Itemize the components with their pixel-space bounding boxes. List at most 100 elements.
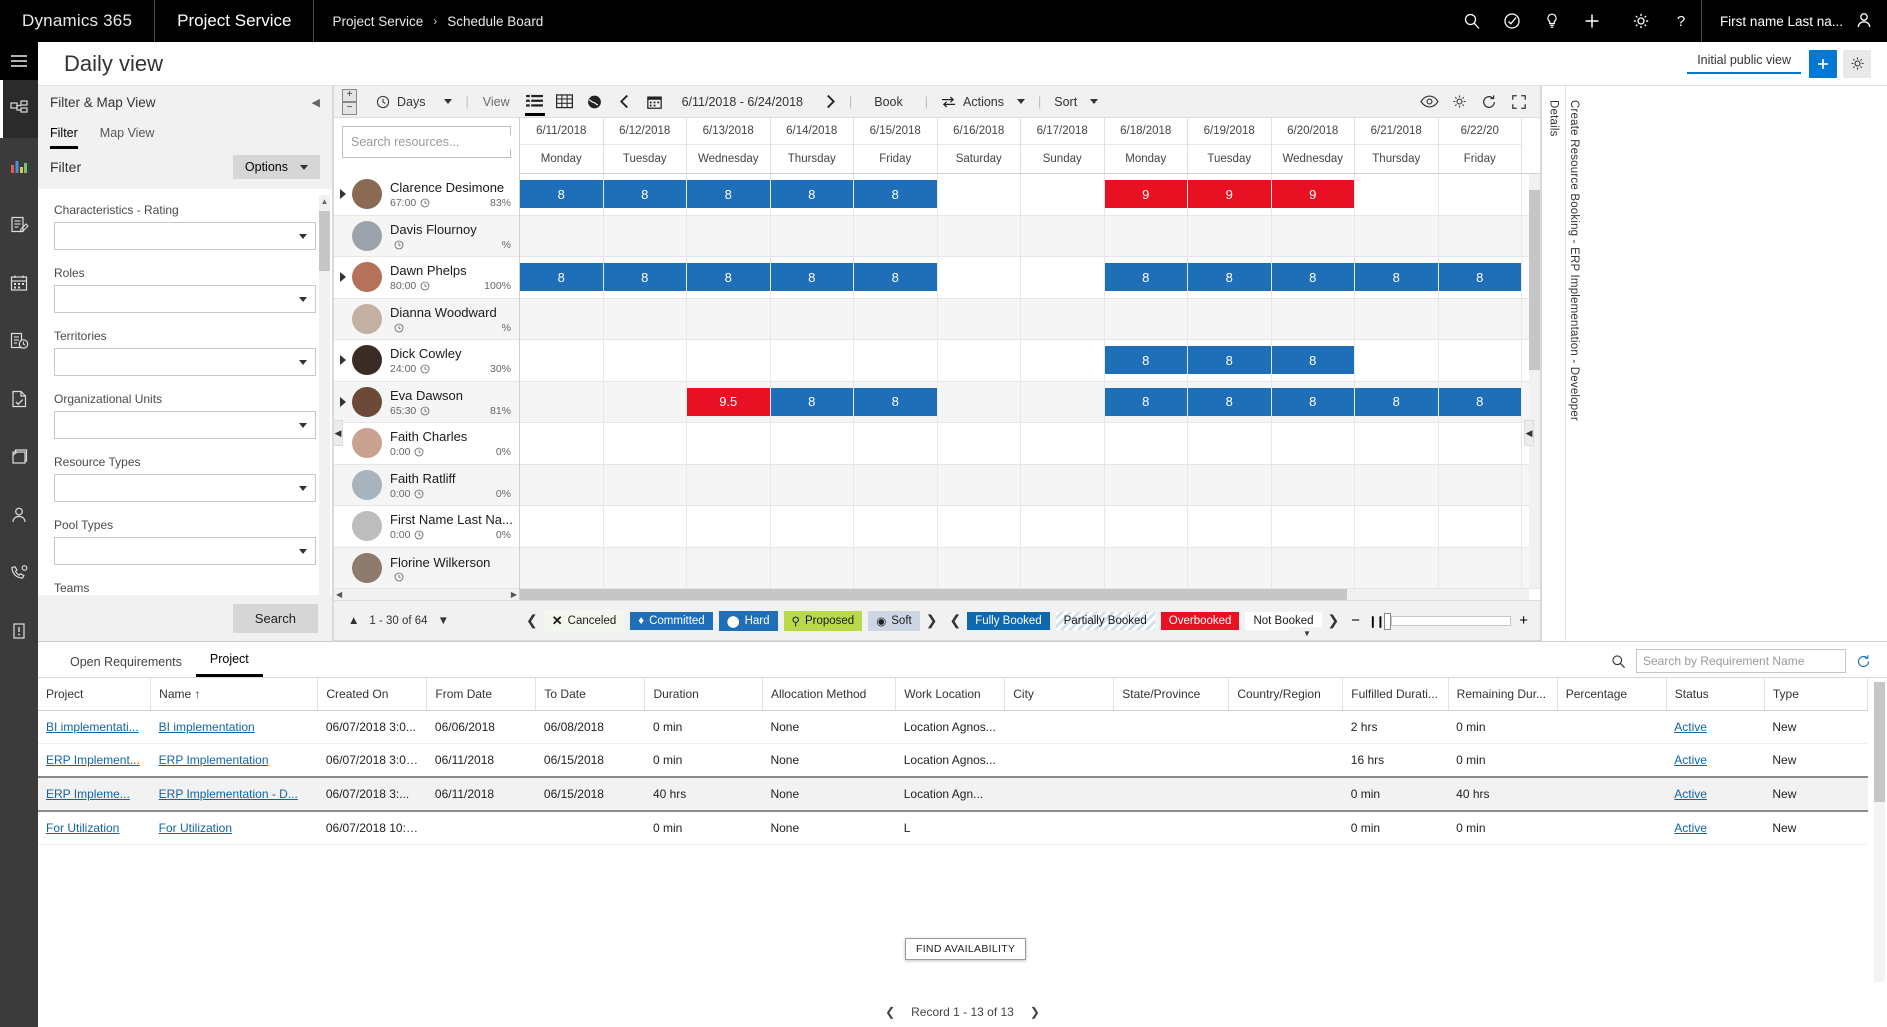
breadcrumb-parent[interactable]: Project Service [332,14,423,29]
expand-resource-icon[interactable] [340,272,350,282]
rail-item-approvals[interactable] [0,370,38,428]
timeline-cell[interactable] [1272,215,1355,256]
timeline-cell[interactable] [1439,298,1522,339]
scrollbar-thumb[interactable] [319,211,330,271]
timeline-cell[interactable] [938,257,1021,298]
timeline-cell[interactable] [604,506,687,547]
timeline-cell[interactable] [1355,215,1439,256]
table-row[interactable]: BI implementati... BI implementation 06/07… [38,710,1868,744]
timeline-cell[interactable] [1021,340,1105,381]
table-row[interactable]: For Utilization For Utilization 06/07/2018… [38,811,1868,845]
timeline-cell[interactable] [1355,340,1439,381]
booking-block[interactable]: 9 [1271,180,1354,209]
view-map-icon[interactable] [580,87,610,117]
timeline-cell[interactable] [687,340,771,381]
previous-period-button[interactable] [610,87,640,117]
timeline-cell[interactable] [771,464,854,505]
timeline-cell[interactable]: 8 [1271,381,1355,422]
rail-item-activities[interactable] [0,196,38,254]
timeline-cell[interactable] [854,298,938,339]
timeline-cell[interactable]: 8 [1271,340,1355,381]
timeline-cell[interactable] [1355,547,1439,588]
cell-link[interactable]: Active [1674,787,1707,801]
zoom-slider[interactable]: − ❙❙ + [1351,612,1540,630]
timeline-cell[interactable]: 8 [1355,257,1439,298]
resource-row[interactable]: Faith Charles 0:00 0% [334,423,519,465]
timeline-cell[interactable] [1105,423,1188,464]
booking-block[interactable]: 8 [1188,263,1271,292]
timeline-cell[interactable] [1021,257,1105,298]
cell-link[interactable]: BI implementation [159,720,255,734]
timeline-vscrollbar[interactable] [1529,174,1540,588]
timeline-cell[interactable] [771,215,854,256]
timeline-cell[interactable] [1021,423,1105,464]
timeline-cell[interactable]: 8 [770,174,854,215]
timeline-cell[interactable] [938,506,1021,547]
grid-scrollbar[interactable] [1874,682,1885,982]
timeline-cell[interactable] [771,423,854,464]
timeline-cell[interactable]: 8 [1104,381,1188,422]
timeline-cell[interactable] [1439,464,1522,505]
timeline-cell[interactable] [1021,547,1105,588]
scrollbar-thumb[interactable] [1874,682,1885,802]
timeline-cell[interactable] [687,506,771,547]
timeline-cell[interactable] [938,340,1021,381]
legend-proposed[interactable]: ⚲ Proposed [783,610,863,631]
timeline-cell[interactable] [1021,298,1105,339]
board-expand-toggle[interactable]: ▼ [1289,627,1325,640]
booking-block[interactable]: 8 [770,263,853,292]
timeline-cell[interactable]: 8 [1355,381,1439,422]
table-row[interactable]: ERP Impleme... ERP Implementation - D... 0… [38,776,1868,812]
column-header[interactable]: Name ↑ [150,678,319,711]
booking-block[interactable]: 8 [687,263,770,292]
zoom-in-button[interactable]: + [342,88,357,102]
timeline-cell[interactable] [771,298,854,339]
pager-prev-icon[interactable]: ▲ [348,615,359,627]
assistant-icon[interactable] [1492,0,1532,42]
booking-block[interactable]: 8 [1188,346,1271,375]
timeline-cell[interactable] [1355,506,1439,547]
resource-types-select[interactable] [54,474,316,502]
insights-icon[interactable] [1532,0,1572,42]
column-header[interactable]: Status [1666,678,1765,711]
booking-block[interactable]: 8 [1104,346,1187,375]
legend-partially-booked[interactable]: Partially Booked [1055,611,1155,630]
time-scale-selector[interactable]: Days [367,95,461,109]
scroll-up-icon[interactable]: ▲ [319,195,330,207]
tab-open-requirements[interactable]: Open Requirements [56,655,196,677]
rail-item-resources[interactable] [0,486,38,544]
timeline-cell[interactable] [1439,506,1522,547]
booking-block[interactable]: 8 [1104,263,1187,292]
timeline-cell[interactable] [1105,464,1188,505]
record-prev-icon[interactable]: ❮ [885,1005,895,1019]
timeline-cell[interactable] [1188,215,1272,256]
column-header[interactable]: Fulfilled Durati... [1342,678,1449,711]
search-icon[interactable] [1452,0,1492,42]
booking-block[interactable]: 8 [770,180,853,209]
breadcrumb-current[interactable]: Schedule Board [447,14,543,29]
booking-block[interactable]: 8 [1438,263,1521,292]
fullscreen-icon[interactable] [1504,87,1534,117]
expand-resource-icon[interactable] [340,189,350,199]
booking-block[interactable]: 8 [854,387,937,416]
hamburger-menu-icon[interactable] [0,42,38,80]
characteristics-rating-select[interactable] [54,222,316,250]
timeline-cell[interactable] [1439,174,1522,215]
legend-next-booking-icon[interactable]: ❯ [920,612,944,629]
column-header[interactable]: Type [1764,678,1869,711]
cell-link[interactable]: ERP Impleme... [46,787,130,801]
column-header[interactable]: Percentage [1557,678,1667,711]
timeline-cell[interactable] [854,423,938,464]
cell-link[interactable]: For Utilization [46,821,119,835]
booking-block[interactable]: 8 [687,180,770,209]
preview-eye-icon[interactable] [1414,87,1444,117]
collapse-details-handle[interactable]: ◀ [1524,420,1534,446]
cell-link[interactable]: Active [1674,720,1707,734]
timeline-cell[interactable] [604,464,687,505]
slider-track[interactable] [1384,612,1512,630]
timeline-cell[interactable] [1105,506,1188,547]
cell-link[interactable]: Active [1674,753,1707,767]
legend-prev-booking-icon[interactable]: ❮ [520,612,544,629]
timeline-cell[interactable] [1439,547,1522,588]
timeline-cell[interactable]: 8 [1188,340,1272,381]
